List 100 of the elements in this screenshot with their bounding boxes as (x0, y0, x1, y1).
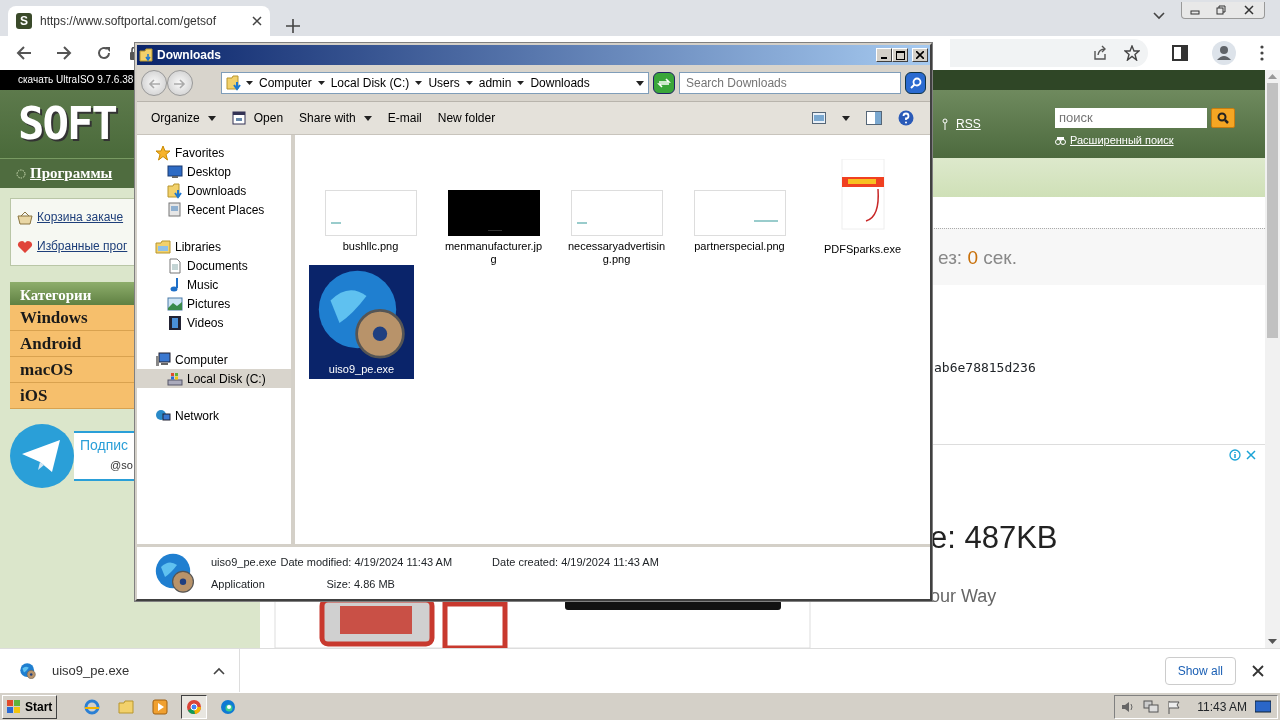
folder-arrow-icon (226, 75, 242, 91)
telegram-banner[interactable]: Подпис @so (74, 431, 135, 481)
promo-text: скачать UltraISO 9.7.6.38 (0, 70, 135, 90)
file-item[interactable]: bushllc.png (309, 155, 432, 265)
clock: 11:43 AM (1197, 698, 1247, 716)
info-icon[interactable] (1229, 449, 1241, 461)
refresh-icon (657, 77, 671, 89)
search-button[interactable] (1211, 107, 1235, 128)
search-button[interactable] (905, 72, 926, 94)
plus-icon[interactable] (286, 18, 300, 33)
tree-item[interactable]: Libraries (137, 237, 291, 256)
toolbar-button[interactable]: Organize (145, 107, 222, 129)
close-icon[interactable] (252, 16, 262, 26)
dropdown-arrow-icon[interactable] (246, 81, 253, 85)
desktop-icon[interactable] (1255, 699, 1271, 714)
maximize-button[interactable] (892, 48, 908, 62)
help-icon[interactable] (898, 110, 914, 126)
search-field[interactable]: Search Downloads (679, 72, 901, 94)
breadcrumb-item[interactable]: Computer (257, 74, 314, 92)
back-icon[interactable] (16, 45, 32, 61)
toolbar-button[interactable]: New folder (431, 107, 502, 129)
scrollbar-thumb[interactable] (1267, 83, 1278, 338)
star-icon[interactable] (1124, 45, 1140, 61)
side-panel-icon[interactable] (1172, 45, 1188, 61)
minimize-button[interactable] (876, 48, 892, 62)
countdown-text: ез: 0 сек. (930, 228, 1265, 285)
tree-item[interactable]: Favorites (137, 143, 291, 162)
breadcrumb-item[interactable]: admin (476, 74, 514, 92)
profile-icon[interactable] (1212, 41, 1236, 65)
site-favicon: S (16, 13, 32, 29)
dropdown-arrow-icon[interactable] (636, 81, 644, 87)
tree-item[interactable]: Pictures (137, 294, 291, 313)
tree-item[interactable]: Videos (137, 313, 291, 332)
binoculars-icon (1055, 135, 1066, 145)
browser-tab[interactable]: S https://www.softportal.com/getsof (8, 6, 270, 36)
file-item[interactable]: uiso9_pe.exe (309, 265, 414, 379)
tree-item[interactable]: Downloads (137, 181, 291, 200)
refresh-button[interactable] (653, 72, 675, 94)
category-link[interactable]: Android (10, 331, 135, 357)
category-link[interactable]: iOS (10, 383, 135, 409)
close-button[interactable] (912, 48, 928, 62)
library-folder-icon (155, 238, 171, 255)
toolbar-button[interactable]: E-mail (381, 107, 428, 129)
tree-item[interactable]: Computer (137, 350, 291, 369)
reload-icon[interactable] (96, 45, 112, 61)
file-item[interactable]: partnerspecial.png (678, 155, 801, 265)
advanced-search-link[interactable]: Расширенный поиск (1070, 131, 1174, 149)
search-icon (1217, 111, 1229, 124)
breadcrumb-item[interactable]: Downloads (528, 74, 592, 92)
chevron-up-icon[interactable] (213, 667, 225, 676)
search-field[interactable]: поиск (1055, 107, 1207, 128)
sidebar-link[interactable]: Корзина закаче (37, 203, 124, 232)
file-item[interactable]: necessaryadvertising.png (555, 155, 678, 265)
dropdown-arrow-icon[interactable] (465, 81, 473, 85)
search-icon (909, 77, 922, 89)
flag-icon[interactable] (1167, 699, 1182, 714)
scroll-down-icon[interactable] (1268, 639, 1277, 644)
chevron-down-icon[interactable] (1153, 12, 1165, 20)
address-field[interactable]: Computer Local Disk (C:) Users admin Downloads (221, 72, 649, 94)
menu-icon[interactable] (1260, 45, 1264, 61)
sidebar-link[interactable]: Избранные прог (37, 232, 128, 261)
tree-item[interactable]: Music (137, 275, 291, 294)
tree-item[interactable]: Local Disk (C:) (137, 369, 291, 388)
basket-icon (17, 210, 33, 225)
chrome-icon (186, 698, 203, 715)
rss-link[interactable]: RSS (956, 115, 981, 133)
dropdown-arrow-icon[interactable] (842, 115, 850, 121)
tree-item[interactable]: Desktop (137, 162, 291, 181)
share-icon[interactable] (1092, 45, 1108, 61)
dropdown-arrow-icon[interactable] (317, 81, 325, 85)
category-link[interactable]: Windows (10, 305, 135, 331)
close-icon[interactable] (1252, 665, 1264, 678)
tree-item[interactable]: Recent Places (137, 200, 291, 219)
close-icon (1244, 4, 1254, 15)
folder-arrow-icon (167, 182, 183, 199)
dropdown-arrow-icon[interactable] (517, 81, 525, 85)
start-button[interactable]: Start (2, 694, 58, 719)
breadcrumb-item[interactable]: Users (426, 74, 462, 92)
edge-icon (220, 698, 237, 715)
forward-icon[interactable] (56, 45, 72, 61)
view-icon[interactable] (812, 112, 826, 124)
show-all-button[interactable]: Show all (1164, 656, 1236, 685)
globe-disc-icon (155, 553, 195, 593)
toolbar-button[interactable]: Share with (293, 107, 378, 129)
paper-plane-icon (10, 424, 74, 488)
category-link[interactable]: macOS (10, 357, 135, 383)
speaker-icon[interactable] (1121, 699, 1136, 714)
tree-item[interactable]: Network (137, 406, 291, 425)
taskbar-app[interactable] (181, 694, 208, 719)
file-item[interactable]: PDFSparks.exe (801, 155, 924, 265)
file-item[interactable]: menmanufacturer.jpg (432, 155, 555, 265)
tree-item[interactable]: Documents (137, 256, 291, 275)
toolbar-button[interactable]: Open (225, 107, 290, 129)
breadcrumb-item[interactable]: Local Disk (C:) (328, 74, 412, 92)
preview-pane-icon[interactable] (866, 111, 882, 125)
dropdown-arrow-icon[interactable] (415, 81, 423, 85)
network-icon[interactable] (1143, 699, 1160, 714)
open-window-icon (231, 111, 246, 125)
back-icon (148, 78, 160, 89)
dot-icon (16, 168, 26, 179)
